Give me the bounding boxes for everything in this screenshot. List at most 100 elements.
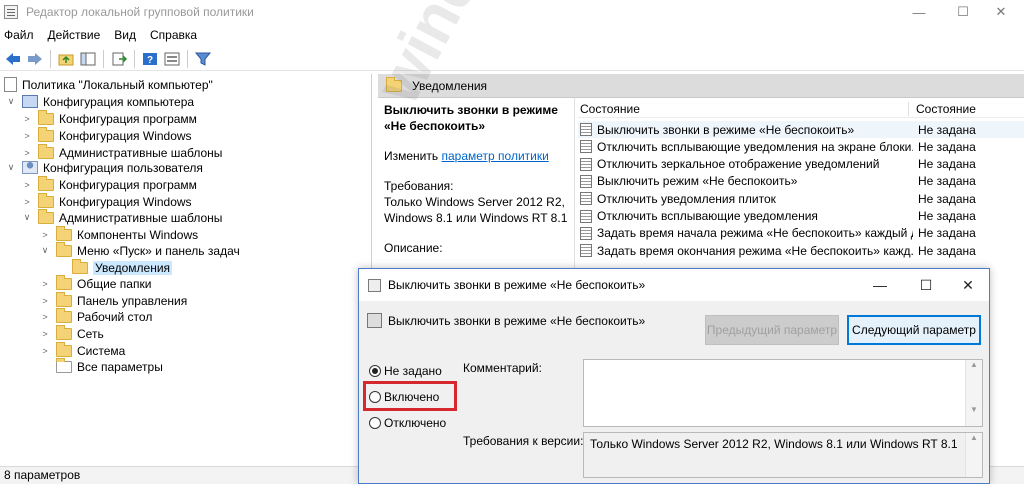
tree-item-all-settings[interactable]: Все параметры bbox=[56, 357, 163, 375]
tree-item-admin-templates[interactable]: ∨ Административные шаблоны bbox=[22, 208, 222, 226]
radio-not-configured[interactable]: Не задано bbox=[369, 364, 442, 378]
tree-label: Конфигурация программ bbox=[59, 177, 197, 192]
tree-label: Меню «Пуск» и панель задач bbox=[77, 243, 240, 258]
setting-row[interactable]: Отключить всплывающие уведомления на экр… bbox=[578, 138, 1024, 155]
tree-item-notifications[interactable]: Уведомления bbox=[72, 258, 173, 276]
version-label: Требования к версии: bbox=[463, 434, 584, 448]
setting-row[interactable]: Отключить уведомления плиток Не задана bbox=[578, 190, 1024, 207]
dialog-minimize-button[interactable]: — bbox=[857, 269, 903, 301]
detail-header: Уведомления bbox=[378, 74, 1024, 98]
tree-item-desktop[interactable]: > Рабочий стол bbox=[40, 307, 153, 325]
column-header-setting[interactable]: Состояние bbox=[580, 102, 640, 116]
setting-state: Не задана bbox=[918, 174, 976, 189]
comment-field[interactable]: ▲ ▼ bbox=[583, 359, 983, 427]
setting-name: Отключить всплывающие уведомления на экр… bbox=[597, 139, 913, 154]
chevron-right-icon[interactable]: > bbox=[40, 279, 50, 289]
tree-label: Рабочий стол bbox=[77, 309, 153, 324]
setting-row[interactable]: Задать время начала режима «Не беспокоит… bbox=[578, 225, 1024, 242]
radio-enabled[interactable]: Включено bbox=[369, 390, 439, 404]
edit-line: Изменить параметр политики bbox=[384, 148, 570, 164]
tree-item-user-config[interactable]: ∨ Конфигурация пользователя bbox=[6, 159, 203, 176]
menu-file[interactable]: Файл bbox=[4, 28, 34, 42]
tree-label: Компоненты Windows bbox=[77, 227, 199, 242]
tree-item-start-menu[interactable]: ∨ Меню «Пуск» и панель задач bbox=[40, 241, 240, 259]
dialog-close-button[interactable]: ✕ bbox=[945, 269, 991, 301]
back-arrow-icon[interactable] bbox=[4, 50, 22, 68]
tree-item-software-settings[interactable]: > Конфигурация программ bbox=[22, 109, 197, 127]
tree-item-network[interactable]: > Сеть bbox=[40, 324, 104, 342]
menu-action[interactable]: Действие bbox=[48, 28, 101, 42]
folder-icon bbox=[56, 274, 72, 290]
filter-icon[interactable] bbox=[194, 50, 212, 68]
folder-icon bbox=[56, 291, 72, 307]
tree-item-control-panel[interactable]: > Панель управления bbox=[40, 291, 187, 309]
chevron-right-icon[interactable]: > bbox=[22, 148, 32, 158]
tree-item-system[interactable]: > Система bbox=[40, 341, 126, 359]
close-button[interactable]: ✕ bbox=[978, 0, 1024, 24]
properties-icon[interactable] bbox=[163, 50, 181, 68]
chevron-right-icon[interactable]: > bbox=[22, 114, 32, 124]
setting-row[interactable]: Отключить зеркальное отображение уведомл… bbox=[578, 156, 1024, 173]
tree-item-software-settings[interactable]: > Конфигурация программ bbox=[22, 175, 197, 193]
chevron-right-icon[interactable]: > bbox=[22, 197, 32, 207]
minimize-button[interactable]: — bbox=[896, 0, 942, 24]
menu-help[interactable]: Справка bbox=[150, 28, 197, 42]
radio-button[interactable] bbox=[369, 365, 381, 377]
tree-item-shared-folders[interactable]: > Общие папки bbox=[40, 274, 152, 292]
column-separator[interactable] bbox=[908, 102, 909, 116]
chevron-right-icon[interactable]: > bbox=[22, 131, 32, 141]
comment-scrollbar[interactable]: ▲ ▼ bbox=[965, 360, 982, 426]
menu-view[interactable]: Вид bbox=[114, 28, 136, 42]
setting-name: Выключить режим «Не беспокоить» bbox=[597, 174, 798, 189]
chevron-right-icon[interactable]: > bbox=[40, 346, 50, 356]
toolbar-separator bbox=[134, 49, 135, 68]
up-folder-icon[interactable] bbox=[57, 50, 75, 68]
setting-state: Не задана bbox=[918, 139, 976, 154]
requirements-text: Только Windows Server 2012 R2, Windows 8… bbox=[384, 195, 568, 225]
chevron-down-icon[interactable]: ∨ bbox=[6, 162, 16, 173]
tree-item-windows-components[interactable]: > Компоненты Windows bbox=[40, 225, 199, 243]
folder-icon bbox=[38, 126, 54, 142]
svg-text:?: ? bbox=[147, 55, 153, 66]
chevron-down-icon[interactable]: ∨ bbox=[22, 212, 32, 223]
dialog-maximize-button[interactable]: ☐ bbox=[903, 269, 949, 301]
radio-button[interactable] bbox=[369, 417, 381, 429]
tree-item-windows-settings[interactable]: > Конфигурация Windows bbox=[22, 192, 192, 210]
chevron-right-icon[interactable]: > bbox=[22, 180, 32, 190]
tree-label: Общие папки bbox=[77, 276, 152, 291]
radio-disabled[interactable]: Отключено bbox=[369, 416, 446, 430]
setting-row[interactable]: Отключить всплывающие уведомления Не зада… bbox=[578, 208, 1024, 225]
edit-policy-link[interactable]: параметр политики bbox=[441, 149, 548, 163]
supported-scrollbar[interactable]: ▲ bbox=[965, 433, 982, 477]
detail-header-title: Уведомления bbox=[412, 78, 488, 93]
pane-divider[interactable] bbox=[574, 98, 575, 268]
setting-name: Отключить зеркальное отображение уведомл… bbox=[597, 157, 880, 172]
column-header-state[interactable]: Состояние bbox=[916, 102, 976, 116]
radio-button[interactable] bbox=[369, 391, 381, 403]
tree-item-windows-settings[interactable]: > Конфигурация Windows bbox=[22, 126, 192, 144]
tree-root[interactable]: Политика "Локальный компьютер" bbox=[4, 76, 213, 93]
tree-label: Административные шаблоны bbox=[59, 145, 223, 160]
tree-item-computer-config[interactable]: ∨ Конфигурация компьютера bbox=[6, 93, 194, 110]
chevron-right-icon[interactable]: > bbox=[40, 329, 50, 339]
chevron-down-icon[interactable]: ∨ bbox=[40, 245, 50, 256]
previous-setting-button[interactable]: Предыдущий параметр bbox=[705, 315, 839, 345]
chevron-right-icon[interactable]: > bbox=[40, 296, 50, 306]
show-hide-tree-icon[interactable] bbox=[79, 50, 97, 68]
setting-row[interactable]: Выключить звонки в режиме «Не беспокоить… bbox=[578, 121, 1024, 138]
chevron-right-icon[interactable]: > bbox=[40, 230, 50, 240]
setting-row[interactable]: Задать время окончания режима «Не беспок… bbox=[578, 242, 1024, 259]
export-list-icon[interactable] bbox=[110, 50, 128, 68]
next-setting-button[interactable]: Следующий параметр bbox=[847, 315, 981, 345]
setting-name: Задать время окончания режима «Не беспок… bbox=[597, 243, 913, 258]
tree-label: Система bbox=[77, 343, 126, 358]
chevron-right-icon[interactable]: > bbox=[40, 312, 50, 322]
radio-label: Не задано bbox=[384, 364, 442, 378]
setting-row[interactable]: Выключить режим «Не беспокоить» Не задана bbox=[578, 173, 1024, 190]
forward-arrow-icon[interactable] bbox=[26, 50, 44, 68]
folder-icon bbox=[38, 192, 54, 208]
help-icon[interactable]: ? bbox=[141, 50, 159, 68]
menu-bar: Файл Действие Вид Справка bbox=[0, 25, 1024, 45]
setting-state: Не задана bbox=[918, 243, 976, 258]
chevron-down-icon[interactable]: ∨ bbox=[6, 96, 16, 107]
